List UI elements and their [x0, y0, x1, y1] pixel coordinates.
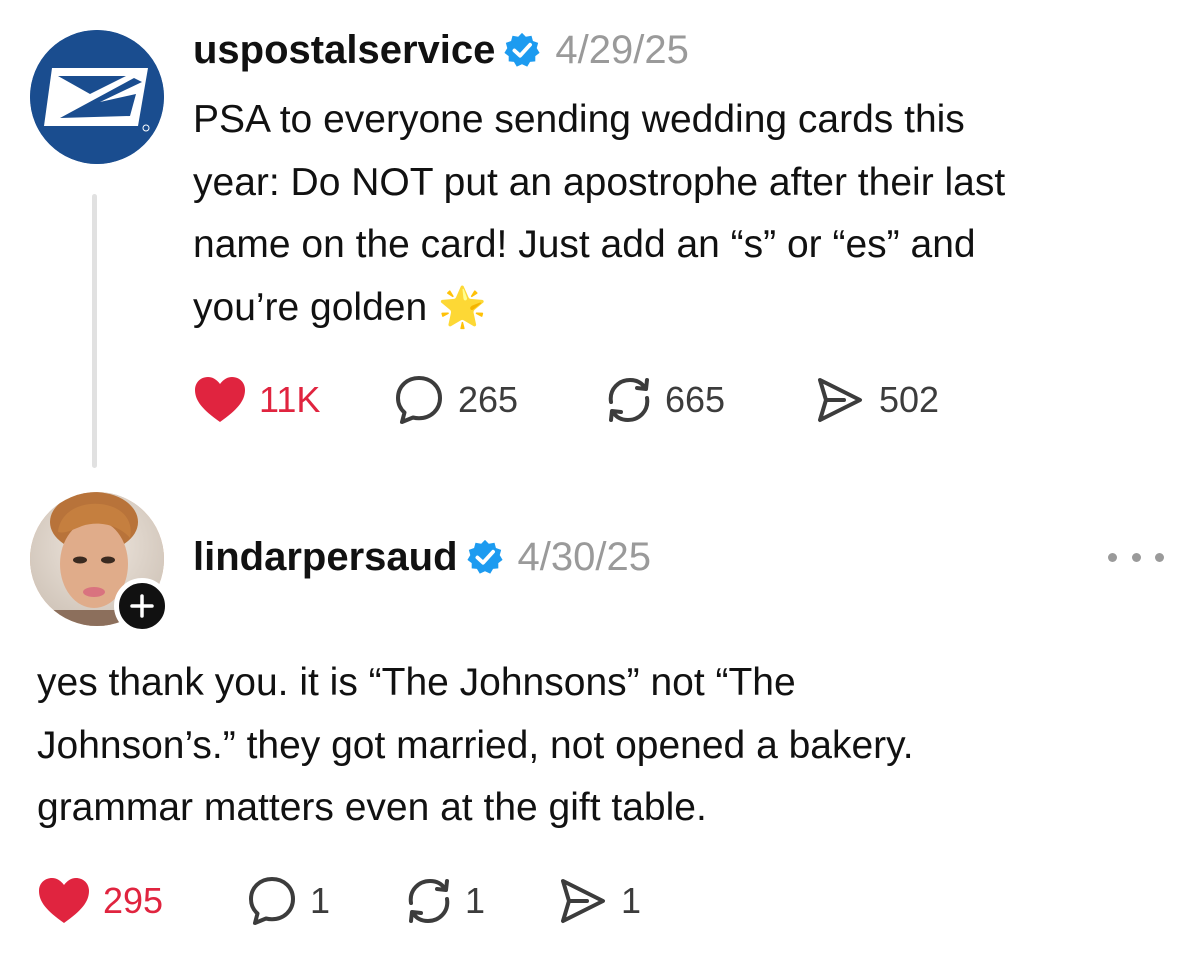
reply-bubble-icon	[249, 877, 295, 925]
username[interactable]: lindarpersaud	[193, 535, 458, 580]
follow-button[interactable]	[114, 578, 170, 634]
share-count: 1	[621, 880, 642, 921]
reply-date: 4/30/25	[517, 534, 651, 579]
reply-text: yes thank you. it is “The Johnsons” not …	[37, 652, 914, 840]
post-header: uspostalservice 4/29/25	[193, 24, 689, 76]
repost-icon	[408, 878, 450, 924]
post-date: 4/29/25	[555, 27, 689, 72]
repost-button[interactable]: 665	[603, 373, 725, 427]
like-button[interactable]: 295	[37, 874, 163, 928]
reply-button[interactable]: 1	[246, 874, 330, 928]
thread-connector-line	[92, 194, 97, 468]
verified-badge-icon	[466, 539, 503, 574]
reply-count: 265	[458, 379, 519, 420]
reply-text-line: yes thank you. it is “The Johnsons” not …	[37, 661, 796, 704]
send-paper-plane-icon	[561, 879, 605, 923]
reply-button[interactable]: 265	[393, 373, 518, 427]
share-count: 502	[879, 379, 940, 420]
more-options-icon[interactable]	[1108, 545, 1164, 569]
heart-filled-icon	[39, 878, 89, 923]
send-paper-plane-icon	[818, 378, 862, 422]
heart-filled-icon	[195, 377, 245, 422]
reply-count: 1	[310, 880, 331, 921]
share-button[interactable]: 502	[814, 373, 939, 427]
repost-button[interactable]: 1	[403, 874, 485, 928]
post-text-line: you’re golden 🌟	[193, 285, 487, 329]
reply-text-line: grammar matters even at the gift table.	[37, 786, 707, 829]
repost-count: 665	[665, 379, 726, 420]
share-button[interactable]: 1	[557, 874, 641, 928]
more-dot	[1108, 552, 1117, 562]
repost-icon	[608, 377, 650, 423]
more-dot	[1131, 552, 1141, 562]
plus-icon	[130, 594, 154, 618]
username[interactable]: uspostalservice	[193, 28, 495, 73]
like-count: 11K	[259, 379, 321, 420]
post-text-line: name on the card! Just add an “s” or “es…	[193, 223, 976, 266]
avatar[interactable]	[30, 30, 164, 164]
reply-header: lindarpersaud 4/30/25	[193, 531, 651, 583]
reply-text-line: Johnson’s.” they got married, not opened…	[37, 723, 914, 767]
more-dot	[1155, 552, 1164, 562]
post-text-line: year: Do NOT put an apostrophe after the…	[193, 160, 1006, 204]
reply-bubble-icon	[396, 376, 442, 424]
post-text-line: PSA to everyone sending wedding cards th…	[193, 98, 965, 141]
repost-count: 1	[465, 880, 486, 921]
usps-eagle-logo-icon	[30, 30, 164, 164]
like-button[interactable]: 11K	[193, 373, 320, 427]
verified-badge-icon	[504, 32, 540, 67]
like-count: 295	[103, 880, 164, 921]
post-text: PSA to everyone sending wedding cards th…	[193, 89, 1005, 339]
